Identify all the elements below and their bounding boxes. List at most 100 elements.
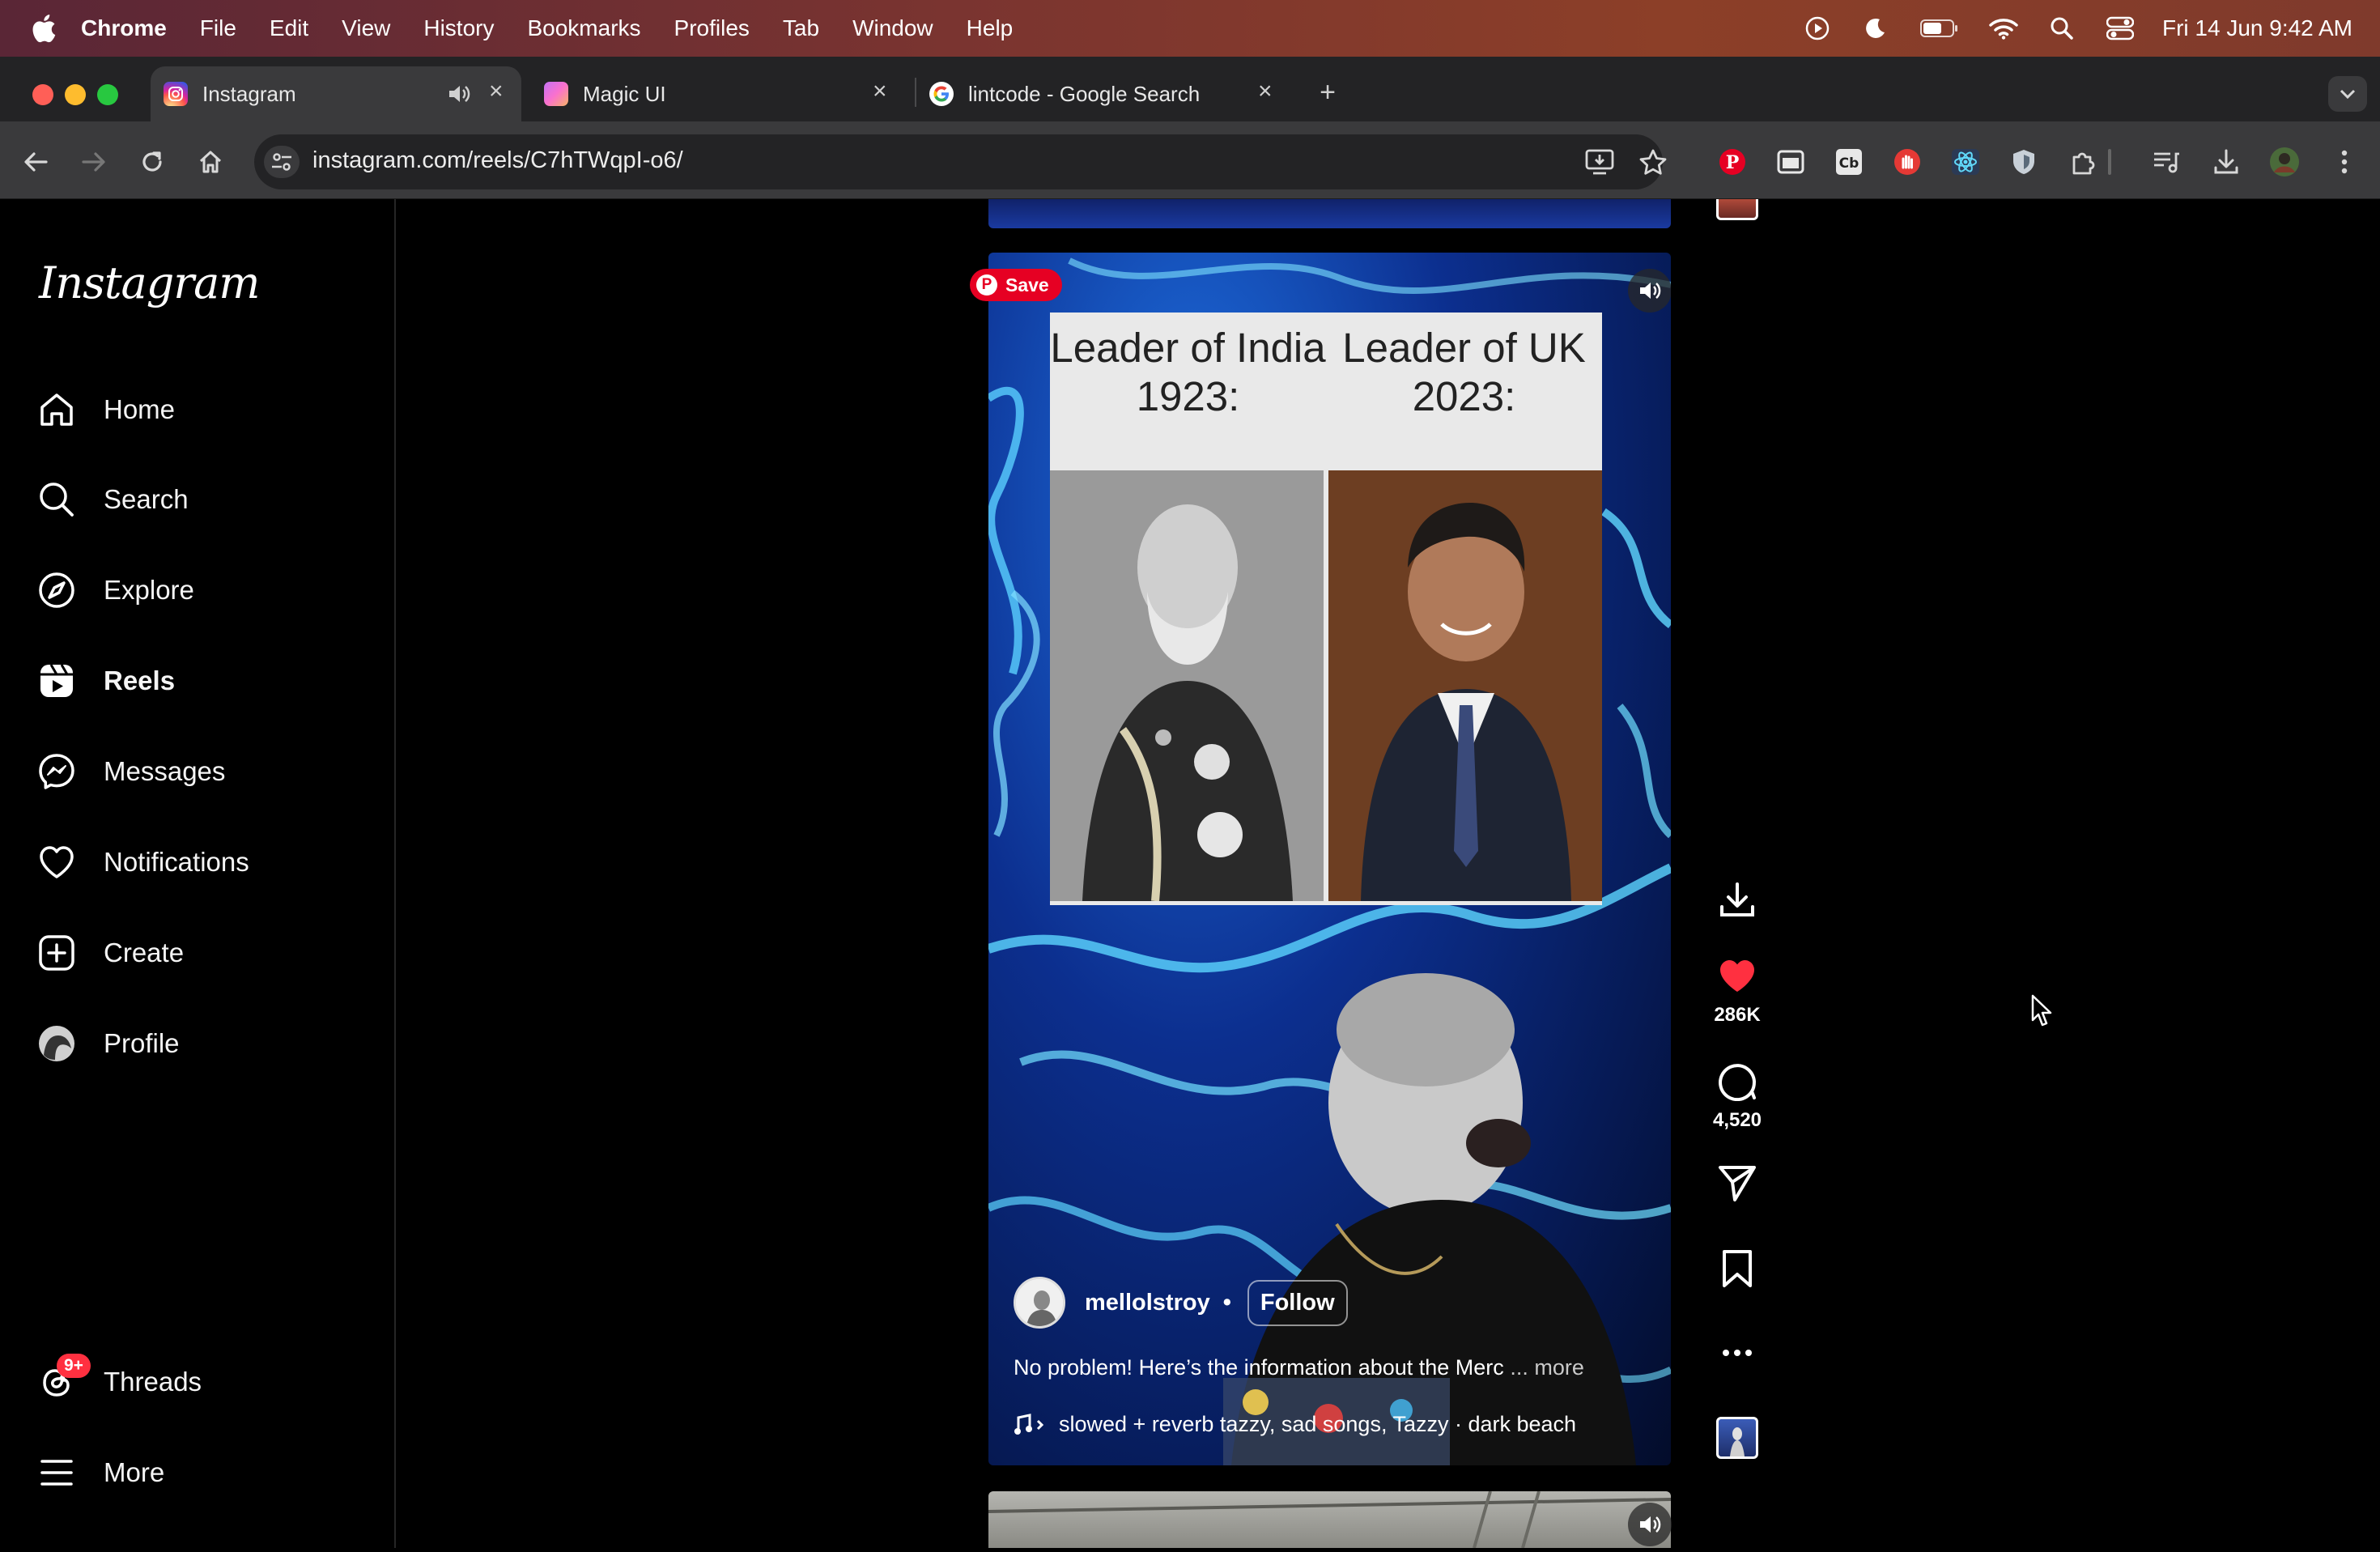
macos-menu-bar: Chrome File Edit View History Bookmarks … <box>0 0 2380 57</box>
reel-audio[interactable]: slowed + reverb tazzy, sad songs, Tazzy … <box>1014 1412 1576 1437</box>
pinterest-save-button[interactable]: P Save <box>970 269 1062 301</box>
author-username[interactable]: mellolstroy <box>1085 1290 1210 1316</box>
spotlight-search-icon[interactable] <box>2047 14 2076 43</box>
caption-more-link[interactable]: ... more <box>1510 1355 1584 1380</box>
tab-magic-ui[interactable]: Magic UI × <box>544 66 897 121</box>
downloads-icon[interactable] <box>2210 146 2242 178</box>
comment-bubble-icon <box>1719 1064 1756 1101</box>
back-arrow-icon[interactable] <box>19 146 52 178</box>
reel-author: mellolstroy • Follow <box>1014 1276 1348 1329</box>
toolbar-separator <box>2108 149 2111 175</box>
bookmark-star-icon[interactable] <box>1637 146 1669 178</box>
sidebar-item-label: Explore <box>104 575 194 605</box>
paper-plane-icon <box>1719 1166 1756 1201</box>
comment-button[interactable]: 4,520 <box>1713 1061 1762 1132</box>
sidebar-item-search[interactable]: Search <box>37 474 189 525</box>
menu-edit[interactable]: Edit <box>270 15 308 41</box>
window-zoom-button[interactable] <box>97 84 118 105</box>
next-reel-mute-button[interactable] <box>1628 1503 1672 1546</box>
menu-clock[interactable]: Fri 14 Jun 9:42 AM <box>2162 15 2352 41</box>
audio-thumbnail[interactable] <box>1716 1417 1758 1459</box>
apple-icon[interactable] <box>29 12 57 45</box>
sidebar-item-messages[interactable]: Messages <box>37 746 225 797</box>
reload-icon[interactable] <box>136 146 168 178</box>
pinterest-extension-icon[interactable]: P <box>1716 146 1749 178</box>
sidebar-item-explore[interactable]: Explore <box>37 564 194 616</box>
shield-extension-icon[interactable] <box>2008 146 2040 178</box>
previous-audio-thumbnail[interactable] <box>1716 199 1758 220</box>
tab-instagram[interactable]: Instagram × <box>151 66 521 121</box>
battery-icon[interactable] <box>1919 14 1960 43</box>
sidebar-item-profile[interactable]: Profile <box>37 1018 180 1069</box>
create-plus-icon <box>39 935 74 971</box>
menu-tab[interactable]: Tab <box>783 15 819 41</box>
next-reel-edge[interactable] <box>988 1490 1672 1549</box>
media-controls-icon[interactable] <box>2150 146 2182 178</box>
new-tab-plus-icon[interactable]: + <box>1311 76 1344 108</box>
url-text[interactable]: instagram.com/reels/C7hTWqpI-o6/ <box>312 147 683 174</box>
search-icon <box>40 483 74 517</box>
more-options-button[interactable] <box>1713 1333 1762 1373</box>
mute-toggle-button[interactable] <box>1628 269 1671 313</box>
wifi-icon[interactable] <box>1989 14 2018 43</box>
author-avatar[interactable] <box>1014 1277 1065 1329</box>
focus-moon-icon[interactable] <box>1861 14 1890 43</box>
menu-view[interactable]: View <box>342 15 390 41</box>
tab-close-icon[interactable]: × <box>1258 78 1273 105</box>
tab-search-chevron-icon[interactable] <box>2328 76 2367 112</box>
forward-arrow-icon[interactable] <box>78 146 110 178</box>
compass-icon <box>39 572 74 608</box>
sidebar-item-label: Profile <box>104 1028 180 1058</box>
menu-app-name[interactable]: Chrome <box>81 15 167 41</box>
menu-history[interactable]: History <box>423 15 494 41</box>
extensions-puzzle-icon[interactable] <box>2068 146 2100 178</box>
sidebar-item-label: Threads <box>104 1367 202 1397</box>
window-extension-icon[interactable] <box>1774 146 1807 178</box>
cb-extension-icon[interactable]: Cb <box>1833 146 1865 178</box>
menu-bookmarks[interactable]: Bookmarks <box>527 15 640 41</box>
menu-help[interactable]: Help <box>967 15 1014 41</box>
tab-close-icon[interactable]: × <box>489 78 504 105</box>
follow-button[interactable]: Follow <box>1247 1279 1348 1326</box>
share-button[interactable] <box>1713 1163 1762 1203</box>
meme-caption-left: Leader of India 1923: <box>1050 325 1326 419</box>
download-button[interactable] <box>1713 879 1762 920</box>
sidebar-item-label: Reels <box>104 665 176 695</box>
sidebar-item-notifications[interactable]: Notifications <box>37 836 249 888</box>
tab-google-search[interactable]: lintcode - Google Search × <box>929 66 1282 121</box>
control-center-icon[interactable] <box>2106 14 2135 43</box>
home-icon[interactable] <box>194 146 227 178</box>
bookmark-icon <box>1723 1250 1752 1287</box>
menu-profiles[interactable]: Profiles <box>674 15 750 41</box>
menu-file[interactable]: File <box>200 15 236 41</box>
pinterest-logo-icon: P <box>976 274 997 296</box>
previous-reel-edge[interactable] <box>988 199 1671 228</box>
media-play-icon[interactable] <box>1803 14 1832 43</box>
tab-audio-icon[interactable] <box>447 83 471 105</box>
tab-close-icon[interactable]: × <box>873 78 887 105</box>
music-note-icon <box>1014 1413 1044 1435</box>
react-devtools-icon[interactable] <box>1949 146 1982 178</box>
menu-window[interactable]: Window <box>852 15 933 41</box>
sidebar-item-home[interactable]: Home <box>37 384 175 436</box>
install-app-icon[interactable] <box>1583 146 1616 178</box>
site-settings-icon[interactable] <box>264 146 300 178</box>
sidebar-item-label: Search <box>104 484 189 514</box>
profile-avatar-icon[interactable] <box>2268 146 2301 178</box>
stop-hand-extension-icon[interactable] <box>1891 146 1923 178</box>
speaker-icon <box>1640 1516 1661 1533</box>
menu-status-area: Fri 14 Jun 9:42 AM <box>1774 0 2352 57</box>
home-icon <box>40 393 73 426</box>
chrome-menu-icon[interactable] <box>2328 146 2361 178</box>
sidebar-item-label: Home <box>104 394 176 424</box>
sidebar-item-more[interactable]: More <box>37 1447 164 1499</box>
save-button[interactable] <box>1713 1248 1762 1289</box>
ellipsis-icon <box>1723 1350 1752 1356</box>
sidebar-item-reels[interactable]: Reels <box>37 655 175 707</box>
sidebar-item-create[interactable]: Create <box>37 927 184 979</box>
heart-icon <box>40 846 74 878</box>
like-button[interactable]: 286K <box>1713 955 1762 1027</box>
window-minimize-button[interactable] <box>65 84 86 105</box>
instagram-logo[interactable]: Instagram <box>39 257 260 308</box>
window-close-button[interactable] <box>32 84 53 105</box>
